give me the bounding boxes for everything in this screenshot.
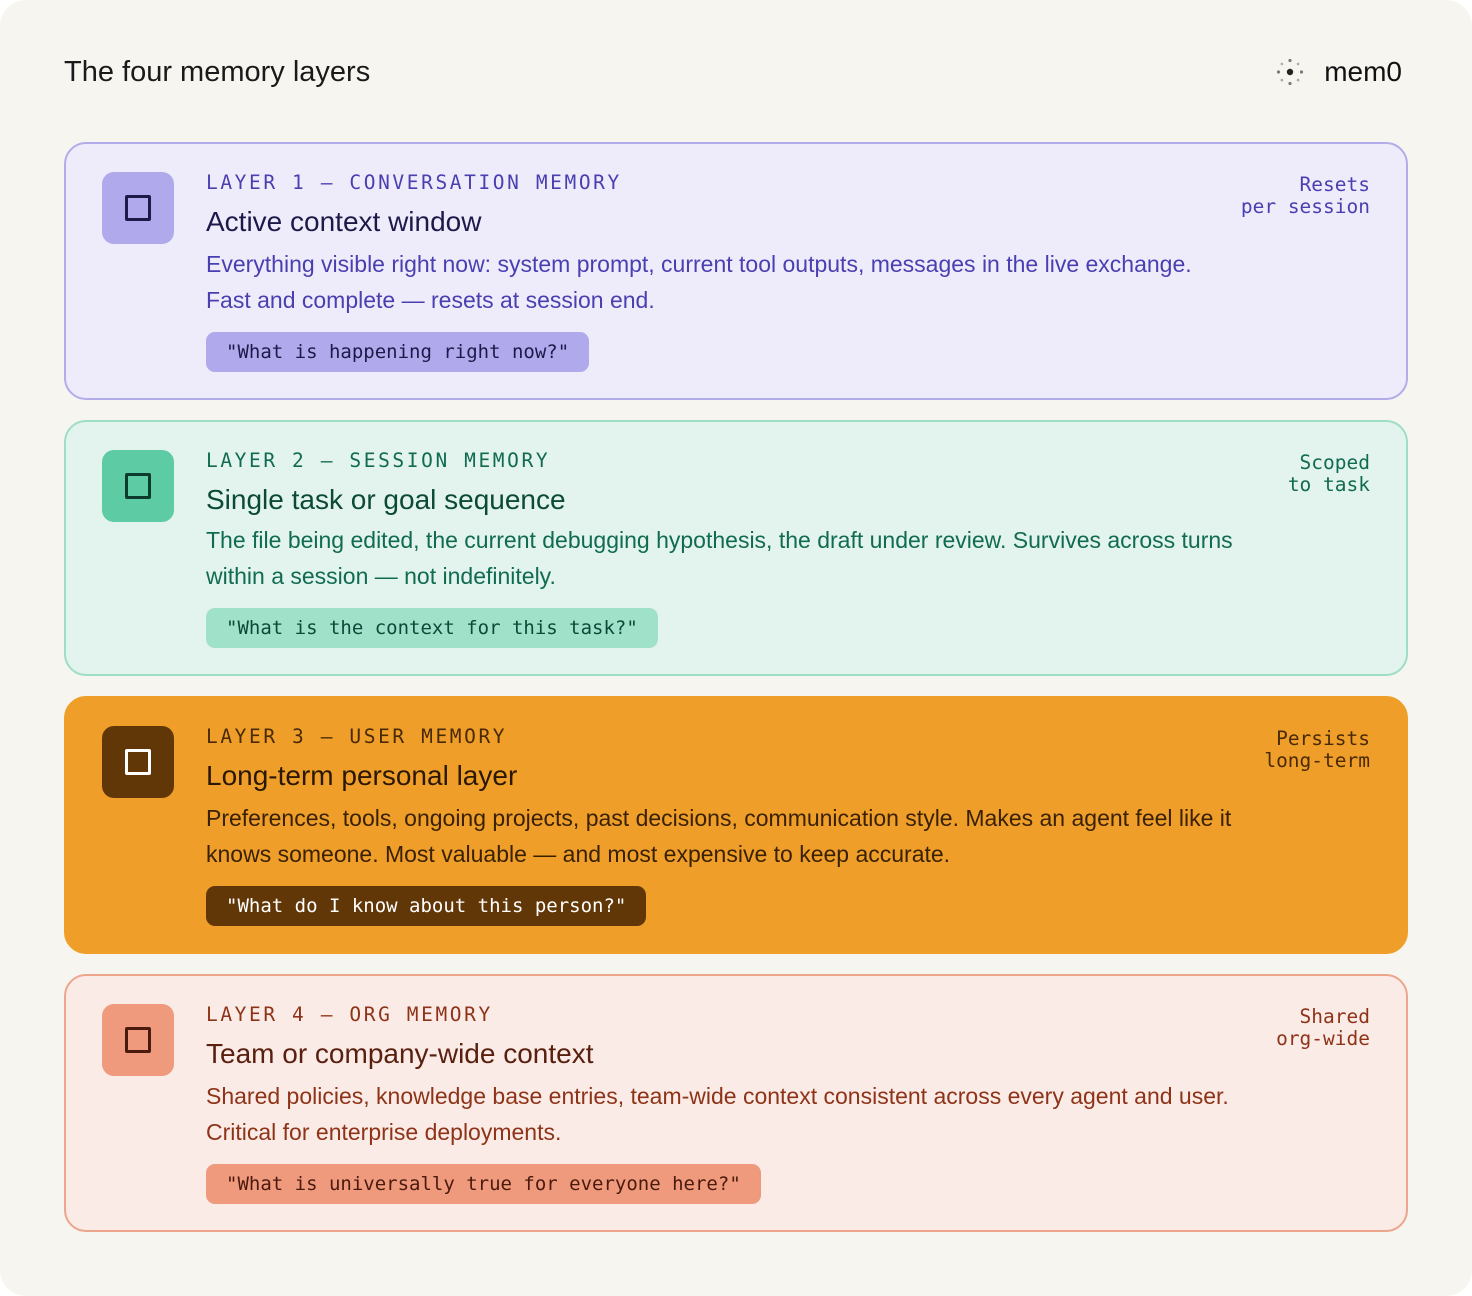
square-icon	[125, 195, 151, 221]
retention-line: per session	[1240, 195, 1370, 218]
layer-badge	[102, 726, 174, 798]
memory-layers-panel: The four memory layers mem0 LAYER 1 — CO…	[0, 0, 1472, 1296]
layer-retention: Resets per session	[1241, 174, 1370, 218]
layer-description: The file being edited, the current debug…	[206, 527, 1233, 589]
layer-title: Long-term personal layer	[206, 760, 518, 791]
retention-line: long-term	[1264, 749, 1370, 772]
layer-title: Single task or goal sequence	[206, 484, 566, 515]
layer-title: Team or company-wide context	[206, 1038, 594, 1069]
layer-badge	[102, 1004, 174, 1076]
layer-badge	[102, 172, 174, 244]
retention-line: to task	[1287, 473, 1370, 496]
layer-badge	[102, 450, 174, 522]
square-icon	[125, 749, 151, 775]
retention-line: org-wide	[1276, 1027, 1370, 1050]
layer-retention: Shared org-wide	[1276, 1006, 1370, 1050]
brand-name: mem0	[1324, 56, 1402, 87]
layer-card-session: LAYER 2 — SESSION MEMORY Single task or …	[64, 420, 1408, 676]
layer-retention: Scoped to task	[1288, 452, 1370, 496]
layer-description: Shared policies, knowledge base entries,…	[206, 1083, 1229, 1145]
layer-card-user: LAYER 3 — USER MEMORY Long-term personal…	[64, 696, 1408, 954]
brand: mem0	[1274, 54, 1402, 90]
square-icon	[125, 1027, 151, 1053]
retention-line: Resets	[1299, 173, 1370, 196]
layer-retention: Persists long-term	[1264, 728, 1370, 772]
layer-card-conversation: LAYER 1 — CONVERSATION MEMORY Active con…	[64, 142, 1408, 400]
retention-line: Shared	[1299, 1005, 1370, 1028]
layer-description: Everything visible right now: system pro…	[206, 251, 1192, 313]
retention-line: Scoped	[1299, 451, 1370, 474]
layer-question-pill: "What is the context for this task?"	[206, 608, 658, 648]
layer-question-pill: "What do I know about this person?"	[206, 886, 647, 926]
layer-label: LAYER 1 — CONVERSATION MEMORY	[206, 171, 622, 194]
layer-label: LAYER 3 — USER MEMORY	[206, 725, 508, 748]
layer-card-org: LAYER 4 — ORG MEMORY Team or company-wid…	[64, 974, 1408, 1232]
layer-title: Active context window	[206, 206, 482, 237]
retention-line: Persists	[1276, 727, 1370, 750]
layer-question-pill: "What is universally true for everyone h…	[206, 1164, 761, 1204]
layer-description: Preferences, tools, ongoing projects, pa…	[206, 805, 1232, 867]
square-icon	[125, 473, 151, 499]
layer-question-pill: "What is happening right now?"	[206, 332, 590, 372]
page-title: The four memory layers	[64, 56, 371, 88]
layer-label: LAYER 2 — SESSION MEMORY	[206, 449, 551, 472]
mem0-logo-icon	[1277, 58, 1304, 86]
layer-label: LAYER 4 — ORG MEMORY	[206, 1003, 493, 1026]
